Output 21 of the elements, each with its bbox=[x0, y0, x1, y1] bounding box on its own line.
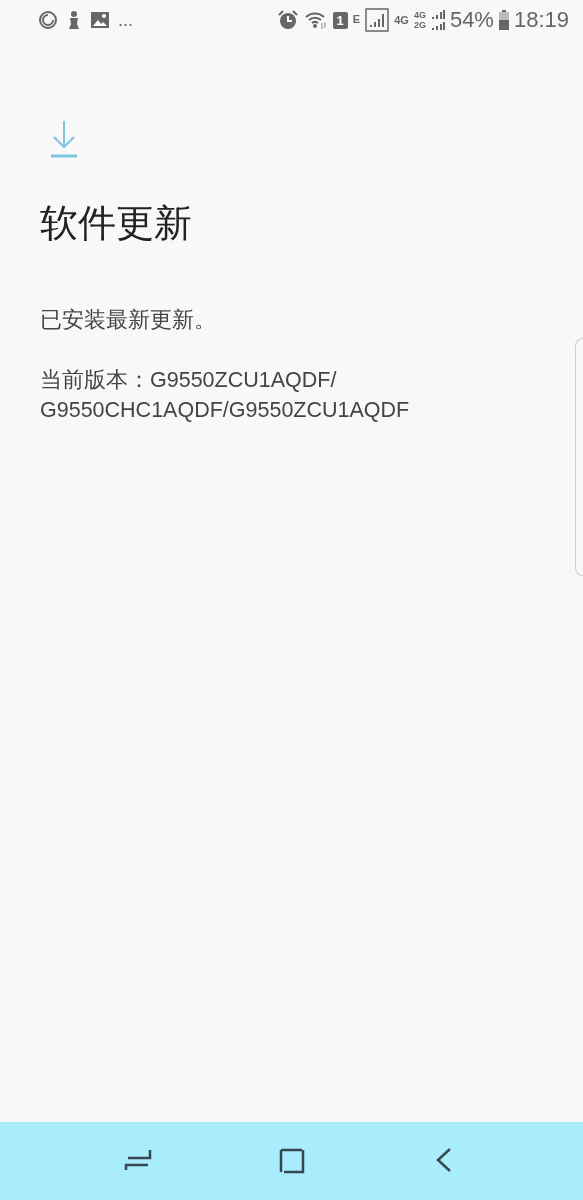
network-type-text: E bbox=[352, 13, 361, 25]
sim-card-badge: 1 bbox=[332, 11, 348, 29]
battery-percent-text: 54% bbox=[449, 7, 494, 33]
figure-icon bbox=[66, 10, 82, 30]
more-notifications-text: ... bbox=[118, 10, 133, 30]
signal-icon bbox=[365, 8, 390, 32]
page-title: 软件更新 bbox=[40, 200, 192, 247]
version-text: 当前版本：G9550ZCU1AQDF/ G9550CHC1AQDF/G9550ZCU1AQDF bbox=[40, 367, 410, 424]
home-icon bbox=[277, 1146, 306, 1176]
battery-icon bbox=[498, 10, 509, 30]
signal-icon bbox=[430, 9, 445, 31]
network-type-text: 4G bbox=[394, 14, 409, 26]
network-type-text: 2G bbox=[413, 20, 426, 30]
image-icon bbox=[90, 11, 110, 29]
status-message: 已安装最新更新。 bbox=[40, 306, 216, 334]
network-type-text: 4G bbox=[413, 10, 426, 20]
sync-icon bbox=[38, 10, 58, 30]
alarm-icon bbox=[276, 9, 299, 31]
wifi-icon bbox=[303, 10, 328, 30]
download-icon bbox=[50, 120, 78, 158]
clock-text: 18:19 bbox=[513, 7, 569, 33]
